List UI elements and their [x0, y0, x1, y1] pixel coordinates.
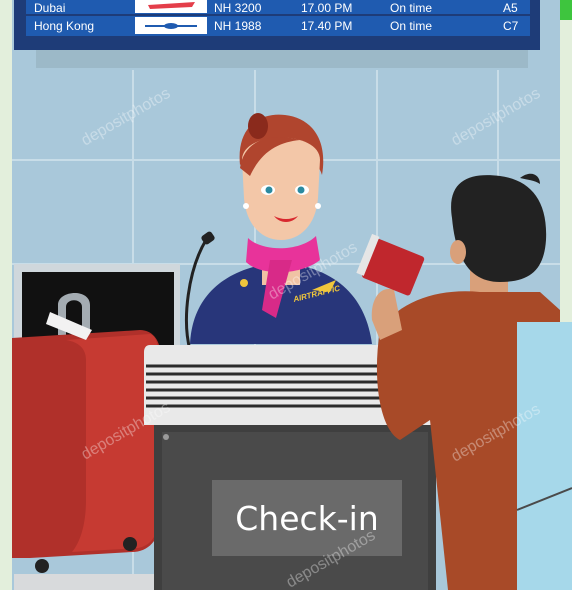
board-flight-hongkong: NH 1988: [214, 19, 262, 33]
board-status-hongkong: On time: [390, 19, 432, 33]
checkin-sign-text: Check-in: [235, 499, 379, 538]
board-row-1: [26, 0, 530, 14]
board-time-hongkong: 17.40 PM: [301, 19, 352, 33]
side-panel: [517, 322, 572, 590]
board-flight-dubai: NH 3200: [214, 1, 262, 15]
attendant-earring-right: [315, 203, 321, 209]
uniform-button: [240, 279, 248, 287]
board-gate-hongkong: C7: [503, 19, 519, 33]
attendant-iris-right: [297, 186, 305, 194]
suitcase-wheel-right: [123, 537, 137, 551]
departures-board: Dubai NH 3200 17.00 PM On time A5 Hong K…: [14, 0, 540, 68]
airline-logo-2-plane: [164, 23, 178, 29]
floor-strip: [14, 574, 154, 590]
board-gate-dubai: A5: [503, 1, 518, 15]
board-city-hongkong: Hong Kong: [34, 19, 94, 33]
board-status-dubai: On time: [390, 1, 432, 15]
attendant-hair-bun: [248, 113, 268, 139]
attendant-iris-left: [265, 186, 273, 194]
corner-tab: [560, 0, 572, 20]
counter-screw: [163, 434, 169, 440]
board-city-dubai: Dubai: [34, 1, 65, 15]
attendant-earring-left: [243, 203, 249, 209]
checkin-illustration: Dubai NH 3200 17.00 PM On time A5 Hong K…: [0, 0, 572, 590]
board-row-2: [26, 16, 530, 36]
airport-checkin-scene: Dubai NH 3200 17.00 PM On time A5 Hong K…: [0, 0, 572, 590]
board-time-dubai: 17.00 PM: [301, 1, 352, 15]
passenger-ear: [450, 240, 466, 264]
suitcase-wheel-left: [35, 559, 49, 573]
